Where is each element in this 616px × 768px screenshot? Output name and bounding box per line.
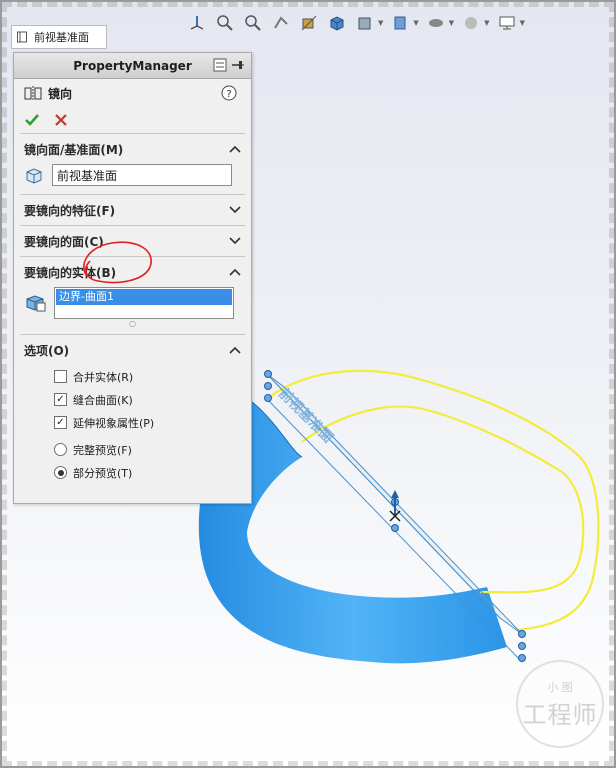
knit-surfaces-checkbox[interactable]: ✓ [54,393,67,406]
heads-up-toolbar: ▼ ▼ ▼ ▼ ▼ [186,10,525,36]
graphics-area[interactable]: 前视基准面 小 图 工程师 前视基准面 ▼ ▼ ▼ ▼ ▼ PropertyMa… [0,0,616,768]
help-icon[interactable]: ? [221,85,237,101]
display-style-icon[interactable] [354,12,376,34]
list-resize-handle[interactable]: ○ [20,319,245,334]
cancel-x-icon[interactable] [54,113,68,127]
hide-show-icon[interactable] [389,12,411,34]
pin-icon[interactable] [231,58,245,72]
chevron-up-icon[interactable] [229,268,241,276]
view-settings-icon[interactable] [496,12,518,34]
mirror-plane-group: 镜向面/基准面(M) 前视基准面 [20,133,245,194]
mirror-plane-field[interactable]: 前视基准面 [52,164,232,186]
full-preview-option[interactable]: 完整预览(F) [20,438,245,461]
panel-pin-controls [213,58,245,72]
propagate-visual-option[interactable]: ✓ 延伸视象属性(P) [20,411,245,434]
features-group-title: 要镜向的特征(F) [24,203,116,218]
collapse-panel-icon[interactable] [213,58,227,72]
partial-preview-label: 部分预览(T) [73,466,133,480]
mirror-feature-icon [24,86,42,100]
solid-body-icon [26,295,46,312]
options-group-title: 选项(O) [24,343,70,358]
mirror-preview-inner [301,405,585,594]
bodies-row: 边界-曲面1 [20,287,245,323]
mirror-plane-group-title: 镜向面/基准面(M) [24,142,124,157]
knit-surfaces-label: 缝合曲面(K) [73,393,133,407]
bodies-selection-list[interactable]: 边界-曲面1 [54,287,234,319]
propagate-visual-label: 延伸视象属性(P) [73,416,155,430]
chevron-down-icon[interactable] [229,237,241,245]
watermark-top: 小 图 [547,680,573,694]
knit-surfaces-option[interactable]: ✓ 缝合曲面(K) [20,388,245,411]
full-preview-label: 完整预览(F) [73,443,132,457]
chevron-down-icon[interactable] [229,206,241,214]
bodies-group: 要镜向的实体(B) 边界-曲面1 ○ [20,241,245,334]
options-group-header[interactable]: 选项(O) [20,335,245,365]
breadcrumb-tab[interactable]: 前视基准面 [11,25,107,49]
chevron-down-icon[interactable]: ▼ [520,19,525,27]
view-orientation-icon[interactable] [326,12,348,34]
partial-preview-radio[interactable] [54,466,67,479]
full-preview-radio[interactable] [54,443,67,456]
panel-header: PropertyManager [14,53,251,79]
merge-solids-option[interactable]: 合并实体(R) [20,365,245,388]
watermark-seal: 小 图 工程师 [516,660,604,748]
propagate-visual-checkbox[interactable]: ✓ [54,416,67,429]
features-group-header[interactable]: 要镜向的特征(F) [20,195,245,225]
partial-preview-option[interactable]: 部分预览(T) [20,461,245,484]
chevron-down-icon[interactable]: ▼ [413,19,418,27]
chevron-down-icon[interactable]: ▼ [449,19,454,27]
property-manager-panel: PropertyManager 镜向 ? 镜向面/基准面(M) 前视基准面 要镜… [13,52,252,504]
section-view-icon[interactable] [298,12,320,34]
watermark-text: 工程师 [522,700,598,729]
chevron-down-icon[interactable]: ▼ [378,19,383,27]
feature-name: 镜向 [48,86,73,101]
chevron-up-icon[interactable] [229,346,241,354]
panel-title: PropertyManager [73,58,192,73]
options-group: 选项(O) 合并实体(R) ✓ 缝合曲面(K) ✓ 延伸视象属性(P) 完整预览… [20,334,245,484]
apply-scene-icon[interactable] [460,12,482,34]
plane-cube-icon [26,168,42,184]
features-group: 要镜向的特征(F) [20,194,245,225]
merge-solids-label: 合并实体(R) [73,370,134,384]
action-row [14,107,251,133]
merge-solids-checkbox[interactable] [54,370,67,383]
edit-appearance-icon[interactable] [425,12,447,34]
red-circle-annotation [83,241,152,284]
breadcrumb-label: 前视基准面 [34,31,89,44]
feature-row: 镜向 ? [14,79,251,107]
selected-body-item[interactable]: 边界-曲面1 [56,289,232,305]
zoom-to-fit-icon[interactable] [214,12,236,34]
plane-icon [17,31,27,43]
chevron-down-icon[interactable]: ▼ [484,19,489,27]
mirror-plane-row: 前视基准面 [20,164,245,194]
mirror-plane-group-header[interactable]: 镜向面/基准面(M) [20,134,245,164]
zoom-area-icon[interactable] [242,12,264,34]
previous-view-icon[interactable] [270,12,292,34]
standard-views-icon[interactable] [186,12,208,34]
ok-checkmark-icon[interactable] [24,112,40,128]
svg-text:?: ? [226,89,231,100]
chevron-up-icon[interactable] [229,145,241,153]
